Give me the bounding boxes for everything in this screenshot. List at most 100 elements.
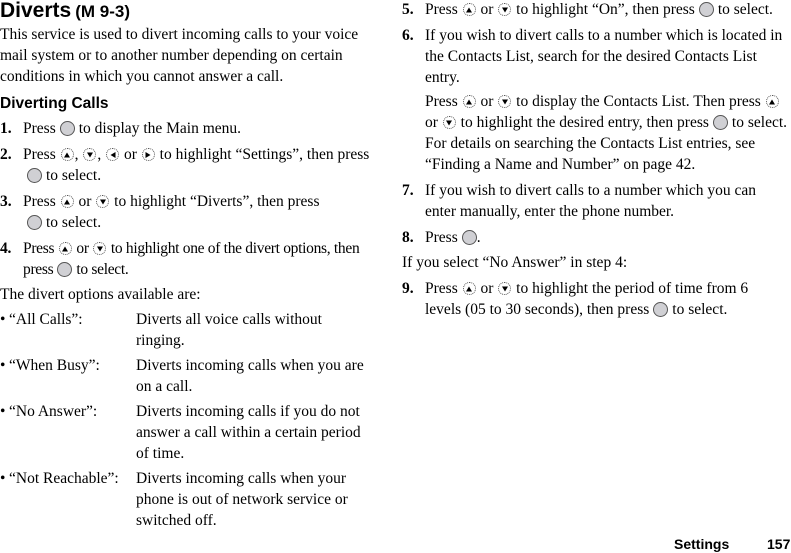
option-label: “Not Reachable”: xyxy=(9,470,119,487)
center-key-icon xyxy=(712,115,728,130)
step-text: to display the Main menu. xyxy=(78,120,242,137)
down-arrow-key-icon xyxy=(93,242,107,255)
down-arrow-key-icon xyxy=(83,148,97,161)
step-text: to highlight the desired entry, then pre… xyxy=(460,114,709,131)
step-text: Press xyxy=(23,240,55,257)
bullet: • xyxy=(0,470,6,487)
step-text: If you wish to divert calls to a number … xyxy=(425,182,757,220)
up-arrow-key-icon xyxy=(765,95,779,108)
up-arrow-key-icon xyxy=(462,95,476,108)
bullet: • xyxy=(0,311,6,328)
step-text: or xyxy=(480,1,494,18)
step-text: to select. xyxy=(76,261,129,278)
step-number: 2. xyxy=(0,146,12,163)
option-description: Diverts all voice calls without ringing. xyxy=(136,311,322,349)
step-text: Press xyxy=(23,146,56,163)
up-arrow-key-icon xyxy=(462,282,476,295)
option-description: Diverts incoming calls if you do not ans… xyxy=(136,403,361,462)
step-text: or xyxy=(480,93,494,110)
down-arrow-key-icon xyxy=(442,116,456,129)
step-text: to highlight “Settings”, then press xyxy=(159,146,370,163)
step-number: 5. xyxy=(402,1,414,18)
step-6: 6. If you wish to divert calls to a numb… xyxy=(402,25,787,175)
option-label: “All Calls”: xyxy=(9,311,83,328)
section-heading: Diverting Calls xyxy=(0,95,109,112)
step-number: 6. xyxy=(402,27,414,44)
option-all-calls: • “All Calls”: Diverts all voice calls w… xyxy=(0,309,370,351)
page-number: 157 xyxy=(767,536,791,552)
footer-section: Settings xyxy=(674,536,730,552)
center-key-icon xyxy=(653,302,669,317)
title-text: Diverts xyxy=(0,0,72,22)
step-text: Press xyxy=(425,93,458,110)
down-arrow-key-icon xyxy=(498,282,512,295)
step-text: to select. xyxy=(46,214,102,231)
page-footer: Settings 157 xyxy=(674,536,790,552)
option-not-reachable: • “Not Reachable”: Diverts incoming call… xyxy=(0,468,370,531)
option-label: “No Answer”: xyxy=(9,403,98,420)
step-3: 3. Press or to highlight “Diverts”, then… xyxy=(0,191,370,233)
step-number: 3. xyxy=(0,193,12,210)
center-key-icon xyxy=(461,230,477,245)
right-arrow-key-icon xyxy=(141,148,155,161)
option-label: “When Busy”: xyxy=(9,357,100,374)
step-text: or xyxy=(480,280,494,297)
separator: , xyxy=(97,146,102,163)
center-key-icon xyxy=(27,168,42,183)
down-arrow-key-icon xyxy=(96,195,110,208)
step-2: 2. Press , , or to highlight “Settings”,… xyxy=(0,144,370,186)
option-description: Diverts incoming calls when your phone i… xyxy=(136,470,348,529)
menu-reference: (M 9-3) xyxy=(75,2,130,21)
step-text: Press xyxy=(23,120,56,137)
step-number: 4. xyxy=(0,240,12,257)
step-text: or xyxy=(123,146,137,163)
option-when-busy: • “When Busy”: Diverts incoming calls wh… xyxy=(0,355,370,397)
no-answer-note: If you select “No Answer” in step 4: xyxy=(402,254,628,271)
step-8: 8. Press. xyxy=(402,227,787,248)
step-6-continuation: Press or to display the Contacts List. T… xyxy=(425,91,787,175)
step-9: 9. Press or to highlight the period of t… xyxy=(402,278,787,320)
step-text: If you wish to divert calls to a number … xyxy=(425,27,783,86)
option-description: Diverts incoming calls when you are on a… xyxy=(136,357,364,395)
up-arrow-key-icon xyxy=(60,195,74,208)
center-key-icon xyxy=(57,262,73,277)
step-text: or xyxy=(425,114,438,131)
step-7: 7. If you wish to divert calls to a numb… xyxy=(402,180,787,222)
step-text: . xyxy=(476,229,481,246)
step-number: 1. xyxy=(0,120,12,137)
left-column: Diverts (M 9-3) This service is used to d… xyxy=(0,0,370,531)
step-text: Press xyxy=(425,1,458,18)
step-text: Press xyxy=(425,229,458,246)
separator: , xyxy=(74,146,79,163)
bullet: • xyxy=(0,403,6,420)
step-text: to display the Contacts List. Then press xyxy=(516,93,761,110)
bullet: • xyxy=(0,357,6,374)
step-number: 8. xyxy=(402,229,414,246)
center-key-icon xyxy=(27,215,42,230)
step-number: 7. xyxy=(402,182,414,199)
step-text: to select. xyxy=(46,167,102,184)
step-1: 1. Press to display the Main menu. xyxy=(0,118,370,139)
left-arrow-key-icon xyxy=(106,148,120,161)
step-text: Press xyxy=(425,280,458,297)
center-key-icon xyxy=(59,121,75,136)
step-text: to select. xyxy=(672,301,728,318)
step-text: to select. xyxy=(717,1,773,18)
center-key-icon xyxy=(698,2,714,17)
up-arrow-key-icon xyxy=(462,3,476,16)
step-text: to highlight “On”, then press xyxy=(516,1,695,18)
options-intro: The divert options available are: xyxy=(0,286,201,303)
option-no-answer: • “No Answer”: Diverts incoming calls if… xyxy=(0,401,370,464)
step-number: 9. xyxy=(402,280,414,297)
step-4: 4. Press or to highlight one of the dive… xyxy=(0,238,370,280)
page-title: Diverts (M 9-3) xyxy=(0,0,370,23)
right-column: 5. Press or to highlight “On”, then pres… xyxy=(402,0,787,320)
step-text: or xyxy=(78,193,92,210)
step-text: Press xyxy=(23,193,56,210)
step-text: to highlight one of the divert options, … xyxy=(23,240,360,278)
step-5: 5. Press or to highlight “On”, then pres… xyxy=(402,0,787,20)
down-arrow-key-icon xyxy=(498,3,512,16)
intro-paragraph: This service is used to divert incoming … xyxy=(0,26,359,85)
down-arrow-key-icon xyxy=(498,95,512,108)
up-arrow-key-icon xyxy=(58,242,72,255)
